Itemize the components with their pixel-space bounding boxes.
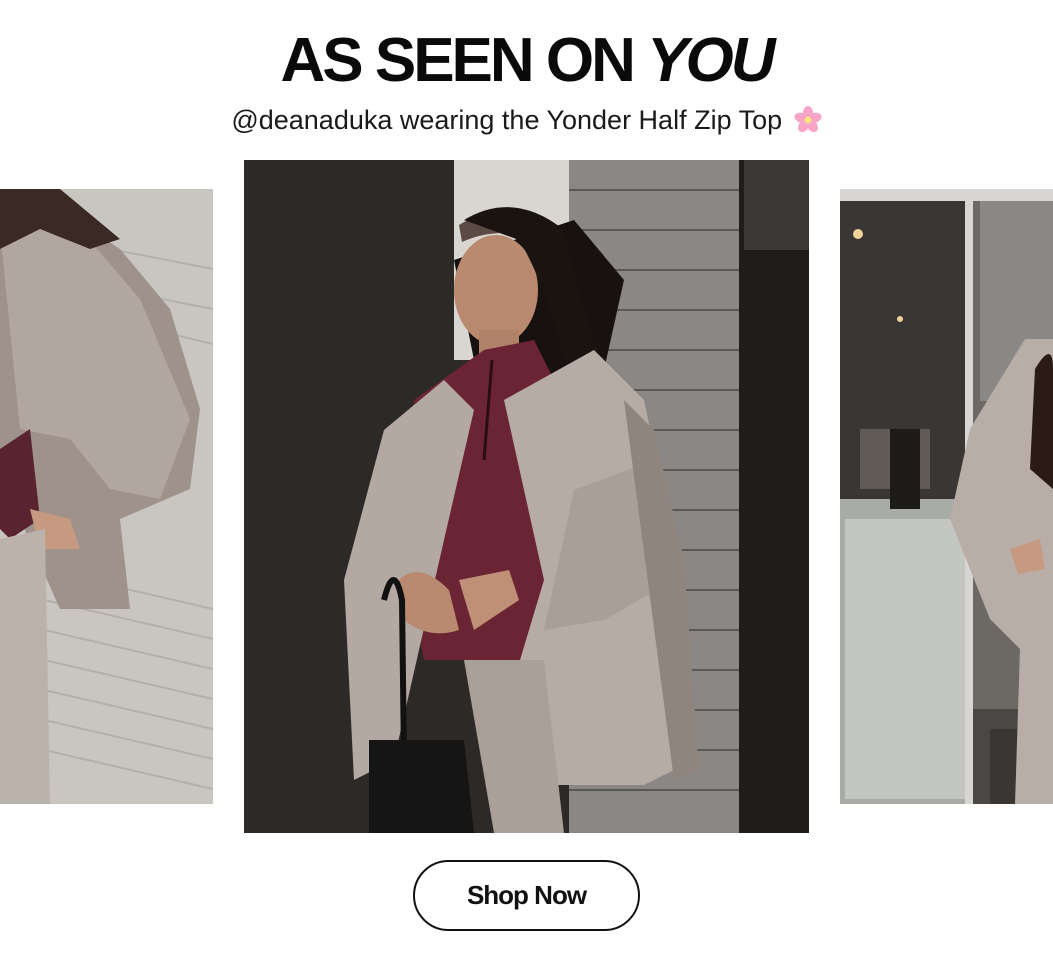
- subtitle: @deanaduka wearing the Yonder Half Zip T…: [0, 103, 1053, 137]
- photo-left[interactable]: [0, 189, 213, 804]
- photo-right-image: [840, 189, 1053, 804]
- photo-center[interactable]: [244, 160, 809, 833]
- photo-center-image: [244, 160, 809, 833]
- subtitle-text: @deanaduka wearing the Yonder Half Zip T…: [231, 105, 783, 135]
- title-emphasis: YOU: [647, 26, 775, 95]
- cherry-blossom-icon: [794, 106, 822, 134]
- page-title: AS SEEN ON YOU: [0, 28, 1053, 94]
- photo-right[interactable]: [840, 189, 1053, 804]
- photo-left-image: [0, 189, 213, 804]
- shop-now-label: Shop Now: [466, 880, 587, 910]
- title-main: AS SEEN ON: [280, 26, 648, 95]
- shop-now-button[interactable]: Shop Now: [413, 860, 640, 931]
